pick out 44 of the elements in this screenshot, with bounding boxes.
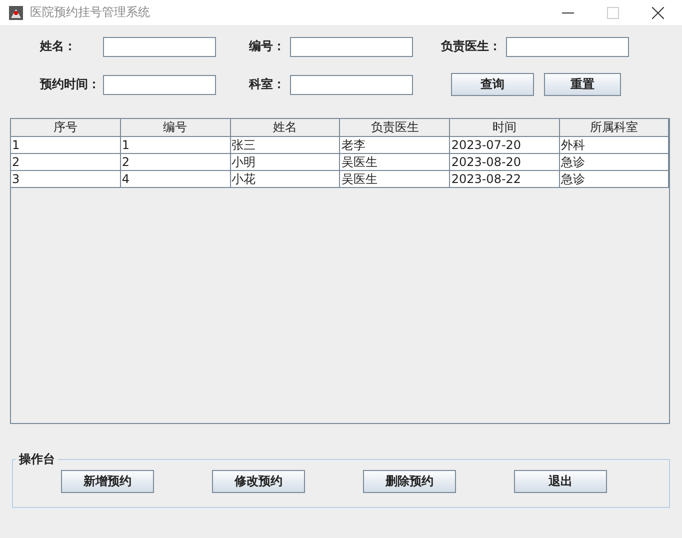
- operation-button[interactable]: 修改预约: [212, 470, 305, 493]
- table-cell: 吴医生: [340, 171, 450, 188]
- column-header[interactable]: 序号: [11, 119, 121, 137]
- table-cell: 2: [120, 154, 231, 171]
- panel-title: 操作台: [18, 451, 56, 468]
- window-title: 医院预约挂号管理系统: [30, 4, 150, 21]
- table-cell: 急诊: [560, 171, 669, 188]
- table-cell: 急诊: [560, 154, 669, 171]
- field-label: 编号：: [249, 38, 286, 55]
- table-cell: 吴医生: [340, 154, 450, 171]
- table-cell: 2: [11, 154, 121, 171]
- table-cell: 2023-08-22: [450, 171, 560, 188]
- field-label: 预约时间：: [40, 76, 101, 93]
- input-field[interactable]: [103, 74, 216, 94]
- input-field[interactable]: [103, 36, 216, 56]
- field-label: 姓名：: [40, 38, 77, 55]
- table-cell: 张三: [230, 137, 340, 154]
- operation-button[interactable]: 新增预约: [61, 470, 154, 493]
- table-cell: 3: [11, 171, 121, 188]
- close-icon[interactable]: [652, 6, 664, 18]
- field-label: 负责医生：: [441, 38, 502, 55]
- column-header[interactable]: 所属科室: [560, 119, 669, 137]
- table-cell: 4: [120, 171, 231, 188]
- operation-button[interactable]: 退出: [514, 470, 607, 493]
- input-field[interactable]: [506, 36, 629, 56]
- column-header[interactable]: 负责医生: [340, 119, 450, 137]
- search-form-button[interactable]: 查询: [451, 73, 534, 96]
- table-cell: 1: [120, 137, 231, 154]
- column-header[interactable]: 编号: [120, 119, 231, 137]
- table-cell: 2023-07-20: [450, 137, 560, 154]
- field-label: 科室：: [249, 76, 286, 93]
- column-header[interactable]: 时间: [450, 119, 560, 137]
- input-field[interactable]: [290, 74, 413, 94]
- table-cell: 小明: [230, 154, 340, 171]
- input-field[interactable]: [290, 36, 413, 56]
- table-cell: 外科: [560, 137, 669, 154]
- column-header[interactable]: 姓名: [230, 119, 340, 137]
- table-cell: 老李: [340, 137, 450, 154]
- search-form-button[interactable]: 重置: [544, 73, 621, 96]
- operation-button[interactable]: 删除预约: [363, 470, 456, 493]
- table-cell: 1: [11, 137, 121, 154]
- table-cell: 小花: [230, 171, 340, 188]
- app-icon: [8, 4, 24, 20]
- table-cell: 2023-08-20: [450, 154, 560, 171]
